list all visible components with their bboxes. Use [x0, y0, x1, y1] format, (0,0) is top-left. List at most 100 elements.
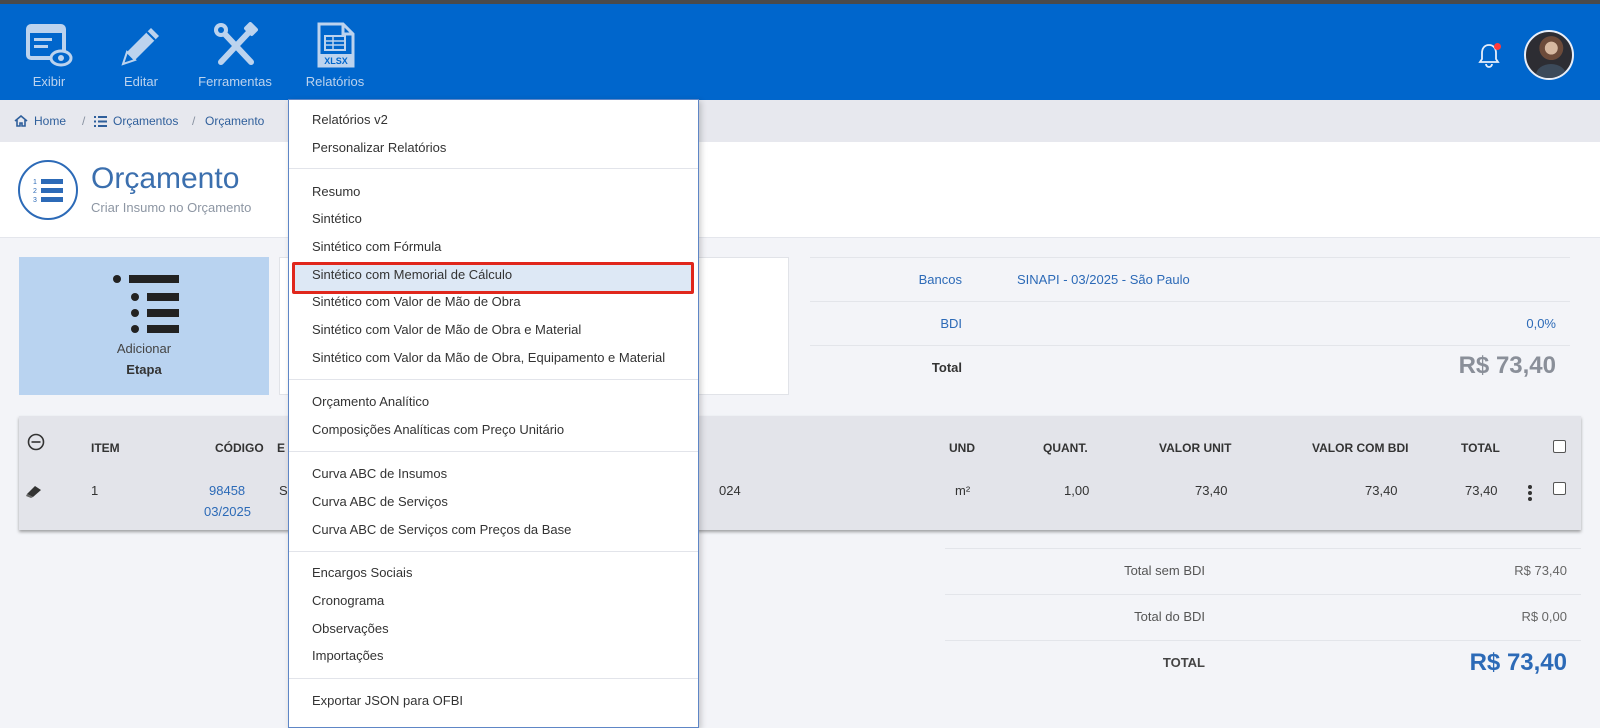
collapse-all-icon[interactable]	[27, 433, 45, 451]
add-stage-button[interactable]: Adicionar Etapa	[19, 257, 269, 395]
menu-item-sintetico[interactable]: Sintético	[312, 209, 692, 229]
notifications-button[interactable]	[1478, 42, 1502, 70]
menu-item-composicoes-analiticas[interactable]: Composições Analíticas com Preço Unitári…	[312, 420, 692, 440]
view-list-eye-icon	[26, 24, 73, 67]
breadcrumb-home[interactable]: Home	[14, 114, 66, 128]
svg-text:2: 2	[33, 188, 37, 195]
add-stage-label: Adicionar	[116, 341, 172, 356]
page-icon: 1 2 3	[18, 160, 78, 220]
more-vertical-icon[interactable]	[1527, 484, 1533, 502]
app-toolbar: Exibir Editar Ferramentas XLSX Relatório…	[0, 4, 1600, 100]
menu-item-sintetico-mao-de-obra-equipamento-material[interactable]: Sintético com Valor da Mão de Obra, Equi…	[312, 348, 692, 368]
total-value: R$ 73,40	[1458, 352, 1556, 379]
col-descricao: E	[277, 441, 286, 455]
menu-item-curva-abc-servicos-base[interactable]: Curva ABC de Serviços com Preços da Base	[312, 520, 692, 540]
menu-item-cronograma[interactable]: Cronograma	[312, 591, 692, 611]
row-total: 73,40	[1465, 483, 1498, 498]
numbered-list-icon: 1 2 3	[33, 179, 63, 204]
budget-summary: Bancos SINAPI - 03/2025 - São Paulo BDI …	[810, 257, 1580, 397]
total-label: Total	[931, 360, 962, 375]
menu-item-sintetico-memorial-calculo[interactable]: Sintético com Memorial de Cálculo	[312, 265, 692, 285]
row-valor-com-bdi: 73,40	[1365, 483, 1398, 498]
home-icon	[14, 115, 28, 127]
ferramentas-button[interactable]: Ferramentas	[190, 18, 280, 96]
reports-dropdown-menu: Relatórios v2 Personalizar Relatórios Re…	[288, 99, 699, 728]
budget-table: ITEM CÓDIGO E UND QUANT. VALOR UNIT VALO…	[19, 416, 1581, 530]
menu-item-curva-abc-insumos[interactable]: Curva ABC de Insumos	[312, 464, 692, 484]
edit-eraser-icon[interactable]	[25, 484, 43, 498]
col-und: UND	[949, 441, 975, 455]
row-checkbox[interactable]	[1553, 482, 1566, 495]
menu-item-sintetico-formula[interactable]: Sintético com Fórmula	[312, 237, 692, 257]
exibir-label: Exibir	[32, 74, 66, 89]
menu-divider	[289, 678, 698, 679]
menu-item-sintetico-mao-de-obra-material[interactable]: Sintético com Valor de Mão de Obra e Mat…	[312, 320, 692, 340]
bdi-label: BDI	[940, 316, 962, 331]
relatorios-label: Relatórios	[305, 74, 365, 89]
col-valor-unit: VALOR UNIT	[1159, 441, 1232, 455]
menu-item-personalizar-relatorios[interactable]: Personalizar Relatórios	[312, 138, 692, 158]
breadcrumb-orcamento-label: Orçamento	[205, 114, 265, 128]
add-stage-label-bold: Etapa	[126, 362, 162, 377]
user-avatar[interactable]	[1524, 30, 1574, 80]
menu-item-relatorios-v2[interactable]: Relatórios v2	[312, 110, 692, 130]
total-do-bdi-label: Total do BDI	[1134, 609, 1205, 624]
row-codigo-date: 03/2025	[204, 504, 251, 519]
summary-row-bancos: Bancos SINAPI - 03/2025 - São Paulo	[810, 257, 1570, 301]
row-valor-unit: 73,40	[1195, 483, 1228, 498]
editar-button[interactable]: Editar	[96, 18, 186, 96]
total-do-bdi-value: R$ 0,00	[1521, 609, 1567, 624]
menu-divider	[289, 168, 698, 169]
col-total: TOTAL	[1461, 441, 1500, 455]
breadcrumb-orcamento[interactable]: Orçamento	[205, 114, 264, 128]
row-item: 1	[91, 483, 99, 498]
total-sem-bdi-value: R$ 73,40	[1514, 563, 1567, 578]
row-descricao-start: S	[279, 483, 288, 498]
breadcrumb: Home / Orçamentos / Orçamento	[0, 100, 1600, 142]
menu-divider	[289, 451, 698, 452]
breadcrumb-home-label: Home	[34, 114, 67, 128]
list-icon	[94, 115, 107, 127]
menu-item-encargos-sociais[interactable]: Encargos Sociais	[312, 563, 692, 583]
row-codigo-link[interactable]: 98458	[209, 483, 245, 498]
menu-item-exportar-json-ofbi[interactable]: Exportar JSON para OFBI	[312, 691, 692, 711]
menu-divider	[289, 379, 698, 380]
summary-row-total: Total R$ 73,40	[810, 345, 1570, 389]
page-header: 1 2 3 Orçamento Criar Insumo no Orçament…	[0, 142, 1600, 238]
menu-item-observacoes[interactable]: Observações	[312, 619, 692, 639]
menu-item-sintetico-mao-de-obra[interactable]: Sintético com Valor de Mão de Obra	[312, 292, 692, 312]
menu-item-curva-abc-servicos[interactable]: Curva ABC de Serviços	[312, 492, 692, 512]
notification-dot	[1494, 43, 1501, 50]
xlsx-file-icon: XLSX	[317, 22, 355, 68]
col-quant: QUANT.	[1043, 441, 1088, 455]
breadcrumb-orcamentos[interactable]: Orçamentos	[94, 114, 178, 128]
row-und: m²	[955, 483, 971, 498]
breadcrumb-separator: /	[82, 114, 86, 128]
ferramentas-label: Ferramentas	[198, 74, 272, 89]
col-valor-com-bdi: VALOR COM BDI	[1312, 441, 1409, 455]
menu-item-importacoes[interactable]: Importações	[312, 646, 692, 666]
breadcrumb-separator: /	[192, 114, 196, 128]
totals-row-total: TOTAL R$ 73,40	[945, 640, 1581, 686]
bancos-value[interactable]: SINAPI - 03/2025 - São Paulo	[1017, 272, 1190, 287]
col-item: ITEM	[91, 441, 120, 455]
editar-label: Editar	[124, 74, 158, 89]
summary-row-bdi: BDI 0,0%	[810, 301, 1570, 345]
page-title: Orçamento	[91, 162, 240, 195]
relatorios-button[interactable]: XLSX Relatórios	[290, 18, 380, 96]
menu-item-orcamento-analitico[interactable]: Orçamento Analítico	[312, 392, 692, 412]
svg-text:3: 3	[33, 197, 37, 204]
select-all-checkbox[interactable]	[1553, 440, 1566, 453]
totals-row-do-bdi: Total do BDI R$ 0,00	[945, 594, 1581, 640]
exibir-button[interactable]: Exibir	[4, 18, 94, 96]
total-sem-bdi-label: Total sem BDI	[1124, 563, 1205, 578]
menu-divider	[289, 551, 698, 552]
bdi-value[interactable]: 0,0%	[1526, 316, 1556, 331]
tools-icon	[214, 22, 258, 65]
menu-item-resumo[interactable]: Resumo	[312, 182, 692, 202]
breadcrumb-orcamentos-label: Orçamentos	[113, 114, 179, 128]
col-codigo: CÓDIGO	[215, 441, 264, 455]
page-subtitle: Criar Insumo no Orçamento	[91, 200, 252, 215]
totals-row-sem-bdi: Total sem BDI R$ 73,40	[945, 548, 1581, 594]
bullet-list-icon	[113, 275, 179, 333]
